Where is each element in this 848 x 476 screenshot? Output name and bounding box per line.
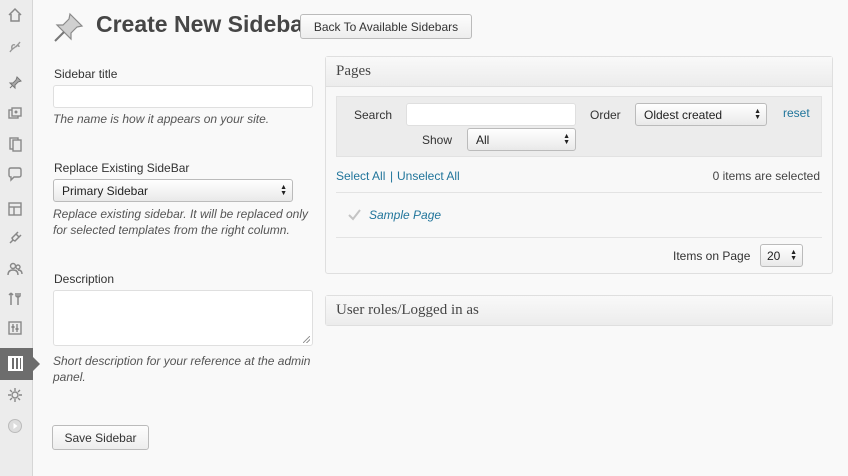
description-label: Description [54,272,115,286]
page-title: Create New Sidebar [96,11,313,37]
unselect-all-link[interactable]: Unselect All [397,169,460,183]
pages-panel-title[interactable]: Pages [326,57,832,87]
settings-icon[interactable] [5,318,25,338]
back-to-sidebars-button[interactable]: Back To Available Sidebars [300,14,472,39]
sidebars-menu-item[interactable] [0,348,40,380]
order-label: Order [590,108,621,122]
select-arrows-icon: ▲ ▼ [280,183,287,197]
replace-sidebar-select[interactable]: Primary Sidebar ▲ ▼ [53,179,293,202]
order-selected: Oldest created [644,107,723,122]
search-input[interactable] [406,103,576,126]
user-roles-panel-title[interactable]: User roles/Logged in as [326,296,832,325]
select-arrows-icon: ▲ ▼ [790,248,797,262]
items-on-page-select[interactable]: 20 ▲ ▼ [760,244,803,267]
gear-icon[interactable] [5,385,25,405]
page-item-sample-page[interactable]: Sample Page [369,208,441,222]
replace-help-line2: for selected templates from the right co… [53,223,290,237]
save-sidebar-button[interactable]: Save Sidebar [52,425,149,450]
collapse-icon[interactable] [5,416,25,436]
select-separator: | [390,169,394,183]
description-help-line1: Short description for your reference at … [53,354,311,368]
replace-help-line1: Replace existing sidebar. It will be rep… [53,207,309,221]
comments-icon[interactable] [5,164,25,184]
search-label: Search [354,108,393,122]
media-icon[interactable] [5,104,25,124]
description-help-line2: panel. [53,370,86,384]
tools-icon[interactable] [5,289,25,309]
users-icon[interactable] [5,259,25,279]
current-arrow [33,357,40,371]
items-on-page-value: 20 [767,248,781,263]
divider [336,237,822,238]
reset-link[interactable]: reset [783,106,810,120]
appearance-icon[interactable] [5,199,25,219]
select-all-link[interactable]: Select All [336,169,385,183]
show-select[interactable]: All ▲ ▼ [467,128,576,151]
sidebar-title-input[interactable] [53,85,313,108]
sidebar-title-label: Sidebar title [54,67,118,81]
select-arrows-icon: ▲ ▼ [563,132,570,146]
show-selected: All [476,132,490,147]
checkmark-icon[interactable] [348,208,361,221]
resize-grip-icon[interactable] [303,336,310,343]
jetpack-icon[interactable] [5,37,25,57]
replace-sidebar-label: Replace Existing SideBar [54,161,190,175]
sidebar-title-help: The name is how it appears on your site. [53,112,270,126]
show-label: Show [422,133,453,147]
items-on-page-label: Items on Page [673,249,751,263]
divider [336,192,822,193]
user-roles-panel: User roles/Logged in as [325,295,833,326]
description-textarea[interactable] [53,290,313,346]
replace-sidebar-selected: Primary Sidebar [62,183,149,198]
pushpin-icon [52,10,86,44]
dashboard-icon[interactable] [5,5,25,25]
select-arrows-icon: ▲ ▼ [754,107,761,121]
pages-icon[interactable] [5,134,25,154]
admin-menu [0,0,40,476]
posts-icon[interactable] [5,73,25,93]
plugins-icon[interactable] [5,228,25,248]
pages-panel: Pages [325,56,833,274]
order-select[interactable]: Oldest created ▲ ▼ [635,103,767,126]
sidebars-icon [8,356,23,371]
selected-count: 0 items are selected [712,169,820,183]
